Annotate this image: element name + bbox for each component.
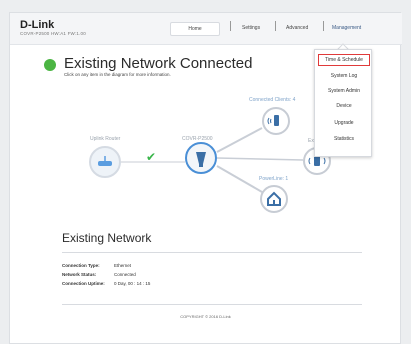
connection-type-value: Ethernet (114, 263, 132, 268)
nav-management[interactable]: Management (332, 25, 361, 31)
menu-item-time-schedule[interactable]: Time & Schedule (318, 54, 370, 66)
menu-item-system-log[interactable]: System Log (315, 73, 373, 79)
home-icon (267, 191, 281, 206)
covr-device-icon (196, 152, 206, 167)
powerline-label: PowerLine: 1 (259, 176, 289, 182)
uptime-row: Connection Uptime: 0 Day, 00 : 14 : 15 (62, 281, 150, 286)
nav-separator (323, 21, 324, 31)
nav-home[interactable]: Home (170, 22, 220, 36)
logo: D-Link (20, 19, 55, 31)
nav-separator (230, 21, 231, 31)
menu-item-device[interactable]: Device (315, 103, 373, 109)
network-status-label: Network Status: (62, 272, 97, 277)
nav-separator (275, 21, 276, 31)
router-icon (98, 156, 112, 166)
header-bar: D-Link COVR-P2500 HW:A1 FW:1.00 Home Set… (10, 13, 402, 45)
phone-icon (267, 115, 279, 126)
nav-settings[interactable]: Settings (242, 25, 260, 31)
covr-node[interactable] (185, 142, 217, 174)
connected-clients-node[interactable] (262, 107, 290, 135)
page-hint: Click on any item in the diagram for mor… (64, 72, 171, 77)
divider (62, 252, 362, 253)
connected-clients-label: Connected Clients: 4 (249, 97, 296, 103)
menu-item-system-admin[interactable]: System Admin (315, 88, 373, 94)
page-title: Existing Network Connected (64, 55, 253, 72)
network-status-row: Network Status: Connected (62, 272, 136, 277)
uplink-router-node[interactable] (89, 146, 121, 178)
network-status-value: Connected (114, 272, 136, 277)
covr-label: COVR-P2500 (182, 136, 213, 142)
device-info: COVR-P2500 HW:A1 FW:1.00 (20, 31, 86, 36)
uptime-label: Connection Uptime: (62, 281, 105, 286)
status-dot (44, 59, 56, 71)
powerline-node[interactable] (260, 185, 288, 213)
uptime-value: 0 Day, 00 : 14 : 15 (114, 281, 151, 286)
copyright: COPYRIGHT © 2016 D-Link (180, 314, 231, 319)
connection-type-label: Connection Type: (62, 263, 100, 268)
uplink-router-label: Uplink Router (90, 136, 121, 142)
nav-advanced[interactable]: Advanced (286, 25, 308, 31)
menu-item-statistics[interactable]: Statistics (315, 136, 373, 142)
footer-divider (62, 304, 362, 305)
connected-check-icon: ✔ (146, 150, 157, 164)
connection-type-row: Connection Type: Ethernet (62, 263, 131, 268)
management-dropdown-menu: Time & Schedule System Log System Admin … (314, 49, 372, 157)
page: D-Link COVR-P2500 HW:A1 FW:1.00 Home Set… (0, 0, 411, 344)
menu-item-upgrade[interactable]: Upgrade (315, 120, 373, 126)
details-title: Existing Network (62, 231, 152, 245)
